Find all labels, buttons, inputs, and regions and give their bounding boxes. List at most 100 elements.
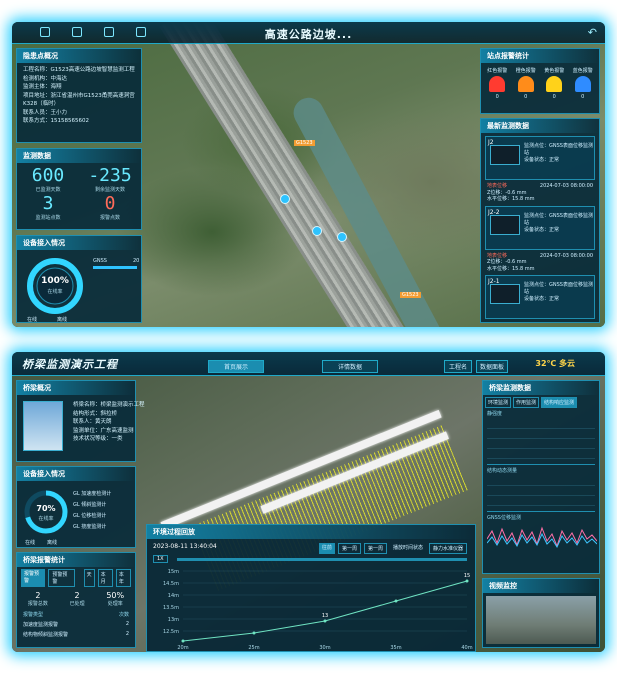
panel-title: 环境过程回放 bbox=[147, 525, 475, 539]
stat-value: 2 bbox=[74, 591, 80, 600]
reading-badge: 地表位移 bbox=[487, 183, 508, 189]
red-alarm[interactable]: 红色报警 0 bbox=[487, 67, 507, 100]
table-cell: 加速度监测报警 bbox=[23, 622, 59, 628]
data-point[interactable] bbox=[323, 619, 327, 623]
alarm-value: 0 bbox=[524, 94, 528, 100]
range-select[interactable]: 静力水准仪器 bbox=[428, 543, 467, 554]
weather: 32℃ 多云 bbox=[535, 358, 575, 369]
data-point[interactable] bbox=[394, 599, 398, 603]
blue-alarm[interactable]: 蓝色报警 0 bbox=[573, 67, 593, 100]
panel-title: 桥梁监测数据 bbox=[483, 381, 599, 395]
back-arrow-icon[interactable]: ↶ bbox=[588, 26, 597, 39]
dynamic-chart bbox=[487, 476, 595, 512]
reading-block: 地表位移 2024-07-03 08:00:00 Z位移：-0.6 mm 水平位… bbox=[481, 183, 599, 203]
static-title: 静强度 bbox=[487, 411, 503, 417]
video-panel: 视频监控 bbox=[482, 578, 600, 648]
tab-warning[interactable]: 预警预警 bbox=[48, 569, 75, 587]
timeline-slider[interactable] bbox=[177, 558, 467, 561]
stat-label: 剩余监测天数 bbox=[94, 187, 125, 193]
device-card[interactable]: J2 监测点位：GNSS表面位移监测站 设备状态：正常 bbox=[485, 136, 595, 180]
period-month[interactable]: 本月 bbox=[97, 569, 113, 587]
panel-title: 最新监测数据 bbox=[481, 119, 599, 133]
project-title: 桥梁监测演示工程 bbox=[22, 358, 118, 371]
static-chart bbox=[487, 419, 595, 465]
tab-environment[interactable]: 环境监测 bbox=[485, 397, 512, 408]
highway-slope-dashboard: G1523 G1523 高速公路边坡... ↶ 隐患点概况 工程名称：G1523… bbox=[12, 22, 605, 327]
stat-block: 2 报警总数 bbox=[28, 591, 48, 607]
series-line bbox=[182, 580, 468, 642]
info-line: 联系人：黄天朗 bbox=[73, 419, 112, 425]
weather-text: 多云 bbox=[559, 359, 575, 368]
y-tick-label: 12.5m bbox=[163, 629, 179, 635]
y-tick-label: 14m bbox=[168, 593, 179, 599]
data-point[interactable] bbox=[181, 639, 185, 643]
control-week[interactable]: 第一周 bbox=[337, 543, 361, 554]
table-row[interactable]: 加速度监测报警 2 bbox=[23, 618, 129, 628]
stat-block: 50% 处理率 bbox=[106, 591, 124, 607]
info-line: 监测主体：海翔 bbox=[23, 84, 62, 90]
online-rate-value: 70% bbox=[36, 504, 56, 513]
bell-icon bbox=[517, 76, 534, 92]
alarm-label: 红色报警 bbox=[487, 68, 508, 74]
device-thumbnail bbox=[490, 145, 520, 165]
stat-block: 0 报警点数 bbox=[79, 193, 141, 221]
tab-home[interactable]: 首页展示 bbox=[208, 360, 264, 373]
control-prev[interactable]: 往前 bbox=[318, 543, 335, 554]
monitor-point-marker[interactable] bbox=[280, 194, 290, 204]
period-day[interactable]: 天 bbox=[83, 569, 95, 587]
device-card[interactable]: J2-2 监测点位：GNSS表面位移监测站 设备状态：正常 bbox=[485, 205, 595, 250]
monitor-point-marker[interactable] bbox=[337, 232, 347, 242]
device-thumbnail bbox=[490, 214, 520, 235]
panel-title: 设备接入情况 bbox=[17, 467, 135, 481]
device-card[interactable]: J2-1 监测点位：GNSS表面位移监测站 设备状态：正常 bbox=[485, 275, 595, 319]
hazard-overview-panel: 隐患点概况 工程名称：G1523高速公路边坡智慧监测工程 检测机构：中海达 监测… bbox=[16, 48, 142, 143]
x-tick-label: 30m bbox=[319, 645, 330, 651]
alarm-label: 黄色报警 bbox=[544, 68, 565, 74]
reading-block: 地表位移 2024-07-03 08:00:00 Z位移：-0.6 mm 水平位… bbox=[481, 253, 599, 273]
project-select[interactable]: 工程名 bbox=[444, 360, 472, 373]
data-point[interactable] bbox=[465, 579, 469, 583]
device-line: 监测点位：GNSS表面位移监测站 bbox=[524, 143, 593, 156]
bridge-data-panel: 桥梁监测数据 环境监测 作用监测 结构响应监测 静强度 结构动态测量 GNSS位… bbox=[482, 380, 600, 574]
device-status: 设备状态：正常 bbox=[524, 296, 560, 302]
panel-title: 视频监控 bbox=[483, 579, 599, 593]
device-item: GL 加速度检测计 bbox=[73, 491, 112, 497]
device-bar bbox=[93, 266, 137, 269]
tab-action[interactable]: 作用监测 bbox=[513, 397, 540, 408]
tab-details[interactable]: 详情数据 bbox=[322, 360, 378, 373]
table-cell: 2 bbox=[125, 631, 129, 637]
platform-select[interactable]: 数据面板 bbox=[476, 360, 508, 373]
data-point[interactable] bbox=[252, 631, 256, 635]
table-cell: 结构物倾斜监测报警 bbox=[23, 632, 69, 638]
road-label: G1523 bbox=[400, 292, 421, 298]
control-week2[interactable]: 第一周 bbox=[363, 543, 387, 554]
alarm-value: 0 bbox=[552, 94, 556, 100]
camera-feed[interactable] bbox=[486, 596, 596, 644]
yellow-alarm[interactable]: 黄色报警 0 bbox=[544, 67, 564, 100]
project-title[interactable]: 高速公路边坡... bbox=[12, 26, 605, 42]
device-line: 监测点位：GNSS表面位移监测站 bbox=[524, 282, 593, 295]
bridge-monitor-dashboard: 桥梁监测演示工程 首页展示 详情数据 工程名 数据面板 32℃ 多云 桥梁概况 … bbox=[12, 352, 605, 652]
table-row[interactable]: 结构物倾斜监测报警 2 bbox=[23, 628, 129, 638]
info-line: K328（临时） bbox=[23, 101, 60, 107]
panel-title: 隐患点概况 bbox=[17, 49, 141, 63]
period-year[interactable]: 本年 bbox=[115, 569, 132, 587]
monitor-point-marker[interactable] bbox=[312, 226, 322, 236]
online-rate-value: 100% bbox=[41, 276, 69, 286]
y-tick-label: 15m bbox=[168, 569, 179, 575]
top-header: 高速公路边坡... ↶ bbox=[12, 22, 605, 44]
stat-block: -235 剩余监测天数 bbox=[79, 165, 141, 193]
orange-alarm[interactable]: 橙色报警 0 bbox=[516, 67, 536, 100]
tab-alarm[interactable]: 报警预警 bbox=[21, 569, 46, 587]
bridge-alarm-panel: 桥梁报警统计 报警预警 预警预警 天 本月 本年 2 报警总数 2 已处理 50… bbox=[16, 552, 136, 648]
timeline-panel: 环境过程回放 2023-08-11 13:40:04 往前 第一周 第一周 播放… bbox=[146, 524, 476, 652]
stat-value: 50% bbox=[106, 591, 125, 600]
speed-select[interactable]: 1X bbox=[153, 555, 168, 563]
device-count: 20 bbox=[133, 258, 140, 264]
device-name: GNSS bbox=[93, 258, 107, 264]
stat-label: 已监测天数 bbox=[35, 187, 61, 193]
table-header: 报警类型 bbox=[23, 612, 44, 618]
tab-structure[interactable]: 结构响应监测 bbox=[541, 397, 578, 408]
gnss-chart bbox=[486, 526, 598, 549]
reading-time: 2024-07-03 08:00:00 bbox=[539, 252, 593, 259]
